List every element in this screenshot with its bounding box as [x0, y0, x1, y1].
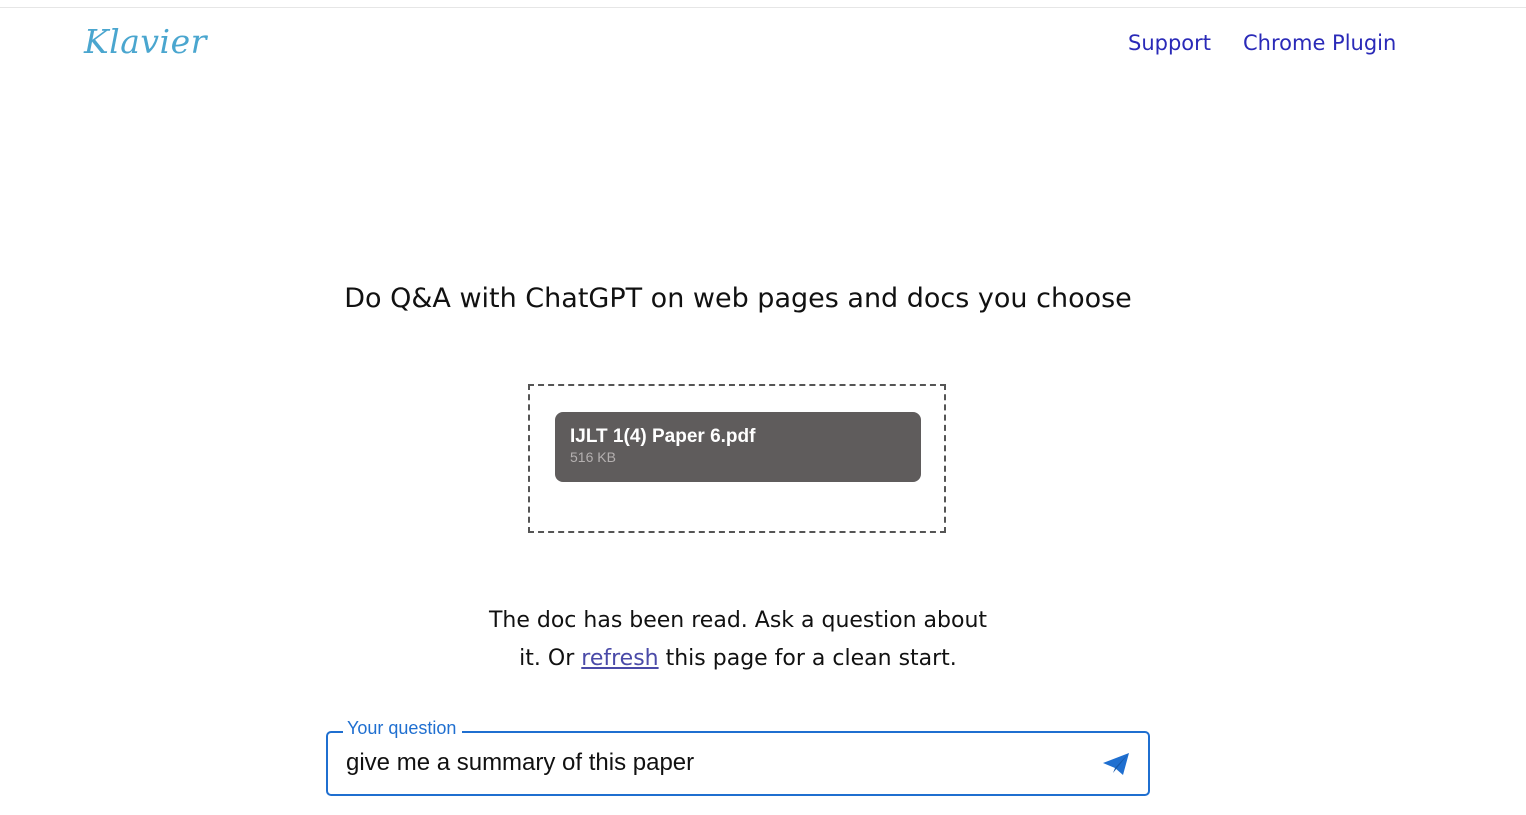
nav-support-link[interactable]: Support: [1128, 31, 1211, 55]
status-text-after: this page for a clean start.: [665, 646, 957, 671]
file-name: IJLT 1(4) Paper 6.pdf: [570, 426, 756, 447]
question-label: Your question: [343, 718, 463, 739]
nav-chrome-plugin-link[interactable]: Chrome Plugin: [1243, 31, 1396, 55]
top-divider: [0, 7, 1526, 8]
page-headline: Do Q&A with ChatGPT on web pages and doc…: [344, 283, 1132, 314]
file-size: 516 KB: [570, 449, 616, 465]
uploaded-file-card: IJLT 1(4) Paper 6.pdf 516 KB: [555, 412, 921, 482]
status-message: The doc has been read. Ask a question ab…: [488, 602, 988, 678]
refresh-link[interactable]: refresh: [581, 646, 658, 671]
klavier-logo[interactable]: Klavier: [84, 22, 207, 61]
send-icon: [1103, 753, 1129, 775]
send-button[interactable]: [1096, 746, 1136, 782]
question-input[interactable]: [346, 746, 1046, 780]
